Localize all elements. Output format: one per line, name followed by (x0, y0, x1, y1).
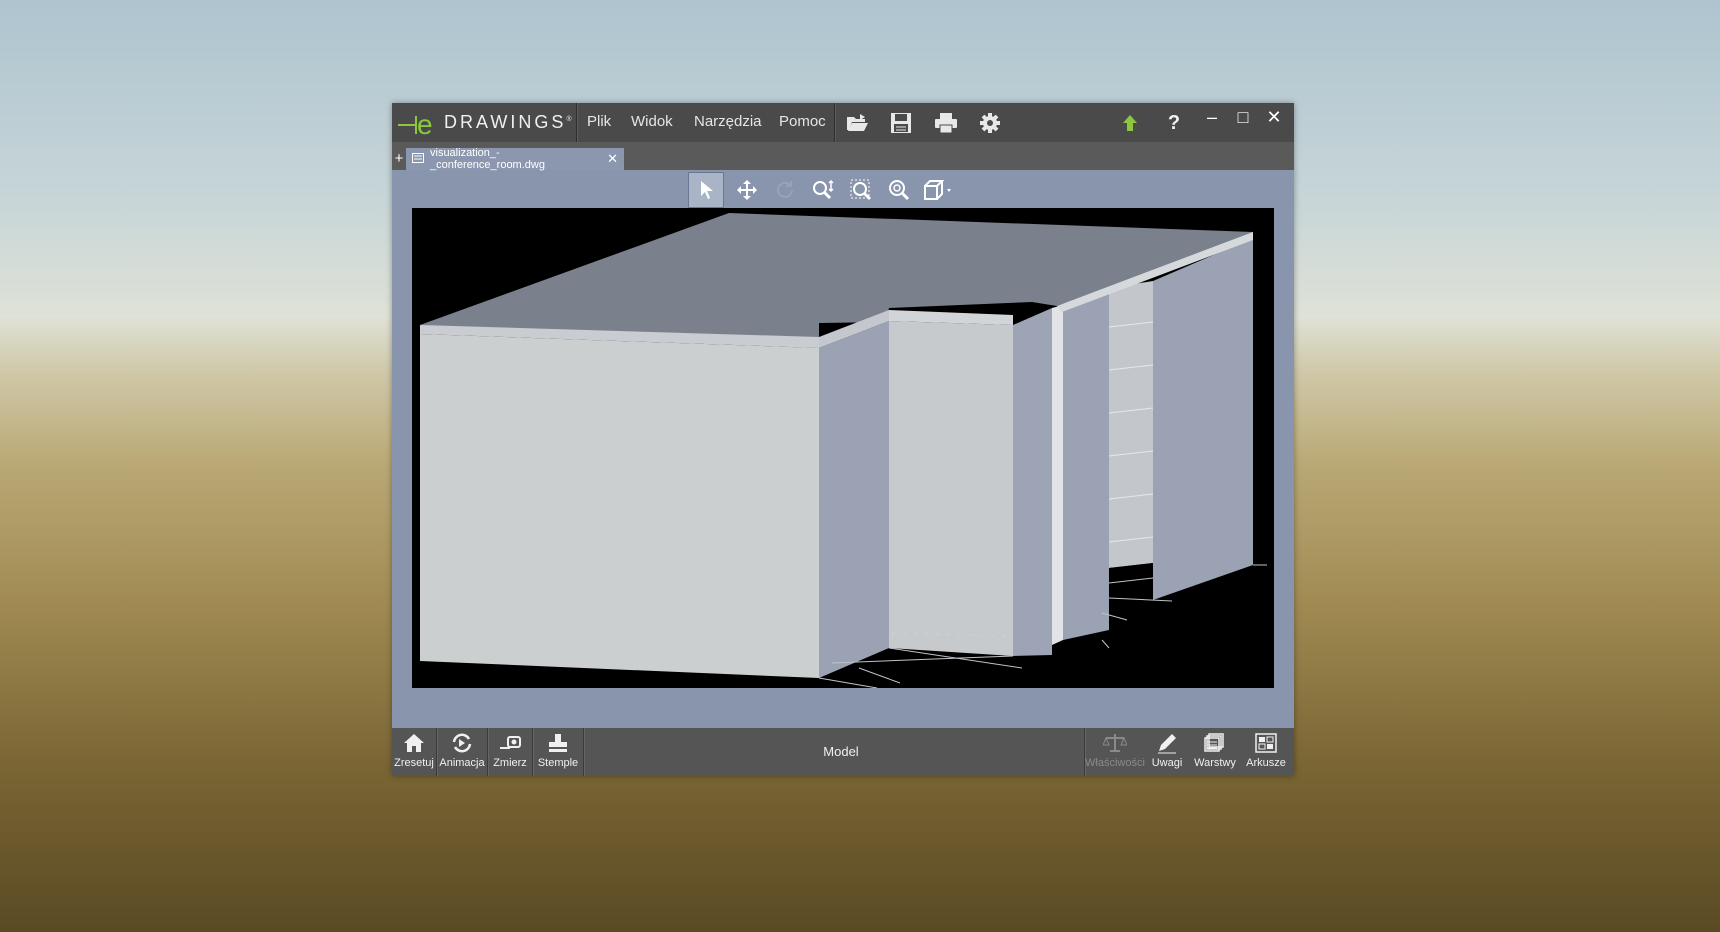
maximize-button[interactable]: □ (1229, 105, 1257, 129)
help-icon[interactable]: ? (1160, 109, 1188, 137)
layers-icon (1204, 733, 1224, 752)
title-separator (834, 103, 836, 142)
pan-icon[interactable] (728, 172, 766, 208)
model-recess-side-wall (819, 321, 889, 678)
view-cube-icon[interactable] (918, 172, 956, 208)
document-tab[interactable]: visualization_-_conference_room.dwg ✕ (406, 147, 624, 171)
layers-label: Warstwy (1194, 757, 1236, 769)
model-middle-wall (889, 321, 1013, 656)
view-toolbar (688, 171, 956, 209)
measure-icon (500, 736, 521, 749)
properties-label: Właściwości (1085, 757, 1145, 769)
menu-help[interactable]: Pomoc (779, 113, 826, 130)
document-tab-bar: + visualization_-_conference_room.dwg ✕ (392, 142, 1294, 171)
measure-label: Zmierz (493, 757, 527, 769)
menu-file[interactable]: Plik (587, 113, 611, 130)
model-pillar (1052, 305, 1063, 645)
zoom-icon[interactable] (880, 172, 918, 208)
edrawings-logo: e DRAWINGS® (396, 106, 572, 139)
stamp-icon (549, 734, 567, 752)
menu-view[interactable]: Widok (631, 113, 673, 130)
reset-label: Zresetuj (394, 757, 434, 769)
3d-viewport[interactable] (412, 208, 1274, 688)
animation-icon (452, 733, 472, 753)
logo-text: DRAWINGS (444, 112, 567, 132)
pencil-icon (1158, 734, 1176, 754)
animation-label: Animacja (439, 757, 485, 769)
sheets-button[interactable]: Arkusze (1241, 728, 1291, 776)
stamps-button[interactable]: Stemple (533, 728, 583, 776)
menu-tools[interactable]: Narzędzia (694, 113, 762, 130)
animation-button[interactable]: Animacja (437, 728, 487, 776)
rotate-icon[interactable] (766, 172, 804, 208)
minimize-button[interactable]: – (1198, 105, 1226, 129)
title-separator (576, 103, 578, 142)
select-arrow-icon[interactable] (688, 172, 724, 208)
home-icon (404, 734, 424, 752)
zoom-fit-icon[interactable] (804, 172, 842, 208)
gear-icon[interactable] (976, 109, 1004, 137)
sheets-icon (1255, 733, 1277, 753)
stamps-label: Stemple (537, 757, 579, 769)
close-tab-button[interactable]: ✕ (607, 151, 618, 167)
bottom-separator (583, 728, 585, 776)
desktop-background: e DRAWINGS® Plik Widok Narzędzia Pomoc ?… (0, 0, 1720, 932)
bottom-toolbar: Zresetuj Animacja Zmierz Stemple Model W… (392, 728, 1294, 776)
sheets-label: Arkusze (1246, 757, 1286, 769)
close-button[interactable]: ✕ (1260, 105, 1288, 129)
model-side-wall-a (1013, 308, 1052, 656)
save-icon[interactable] (887, 109, 915, 137)
layers-button[interactable]: Warstwy (1189, 728, 1241, 776)
logo-registered-mark: ® (566, 116, 572, 123)
properties-button[interactable]: Właściwości (1085, 728, 1145, 776)
edrawings-window: e DRAWINGS® Plik Widok Narzędzia Pomoc ?… (392, 103, 1294, 776)
document-tab-label: visualization_-_conference_room.dwg (430, 147, 545, 171)
model-side-wall-b (1063, 288, 1109, 640)
print-icon[interactable] (932, 109, 960, 137)
document-icon (412, 152, 424, 166)
model-side-wall-c (1153, 238, 1253, 600)
model-front-wall (420, 334, 819, 678)
measure-button[interactable]: Zmierz (488, 728, 532, 776)
notes-button[interactable]: Uwagi (1145, 728, 1189, 776)
model-door-floor (1109, 563, 1153, 608)
svg-text:e: e (417, 109, 433, 138)
folder-open-icon[interactable] (843, 109, 871, 137)
zoom-area-icon[interactable] (842, 172, 880, 208)
scales-icon (1103, 734, 1127, 752)
notes-label: Uwagi (1151, 757, 1183, 769)
upload-arrow-icon[interactable] (1116, 109, 1144, 137)
model-mode-label[interactable]: Model (772, 744, 910, 759)
title-bar: e DRAWINGS® Plik Widok Narzędzia Pomoc ?… (392, 103, 1294, 142)
add-tab-button[interactable]: + (392, 148, 406, 170)
reset-button[interactable]: Zresetuj (392, 728, 436, 776)
